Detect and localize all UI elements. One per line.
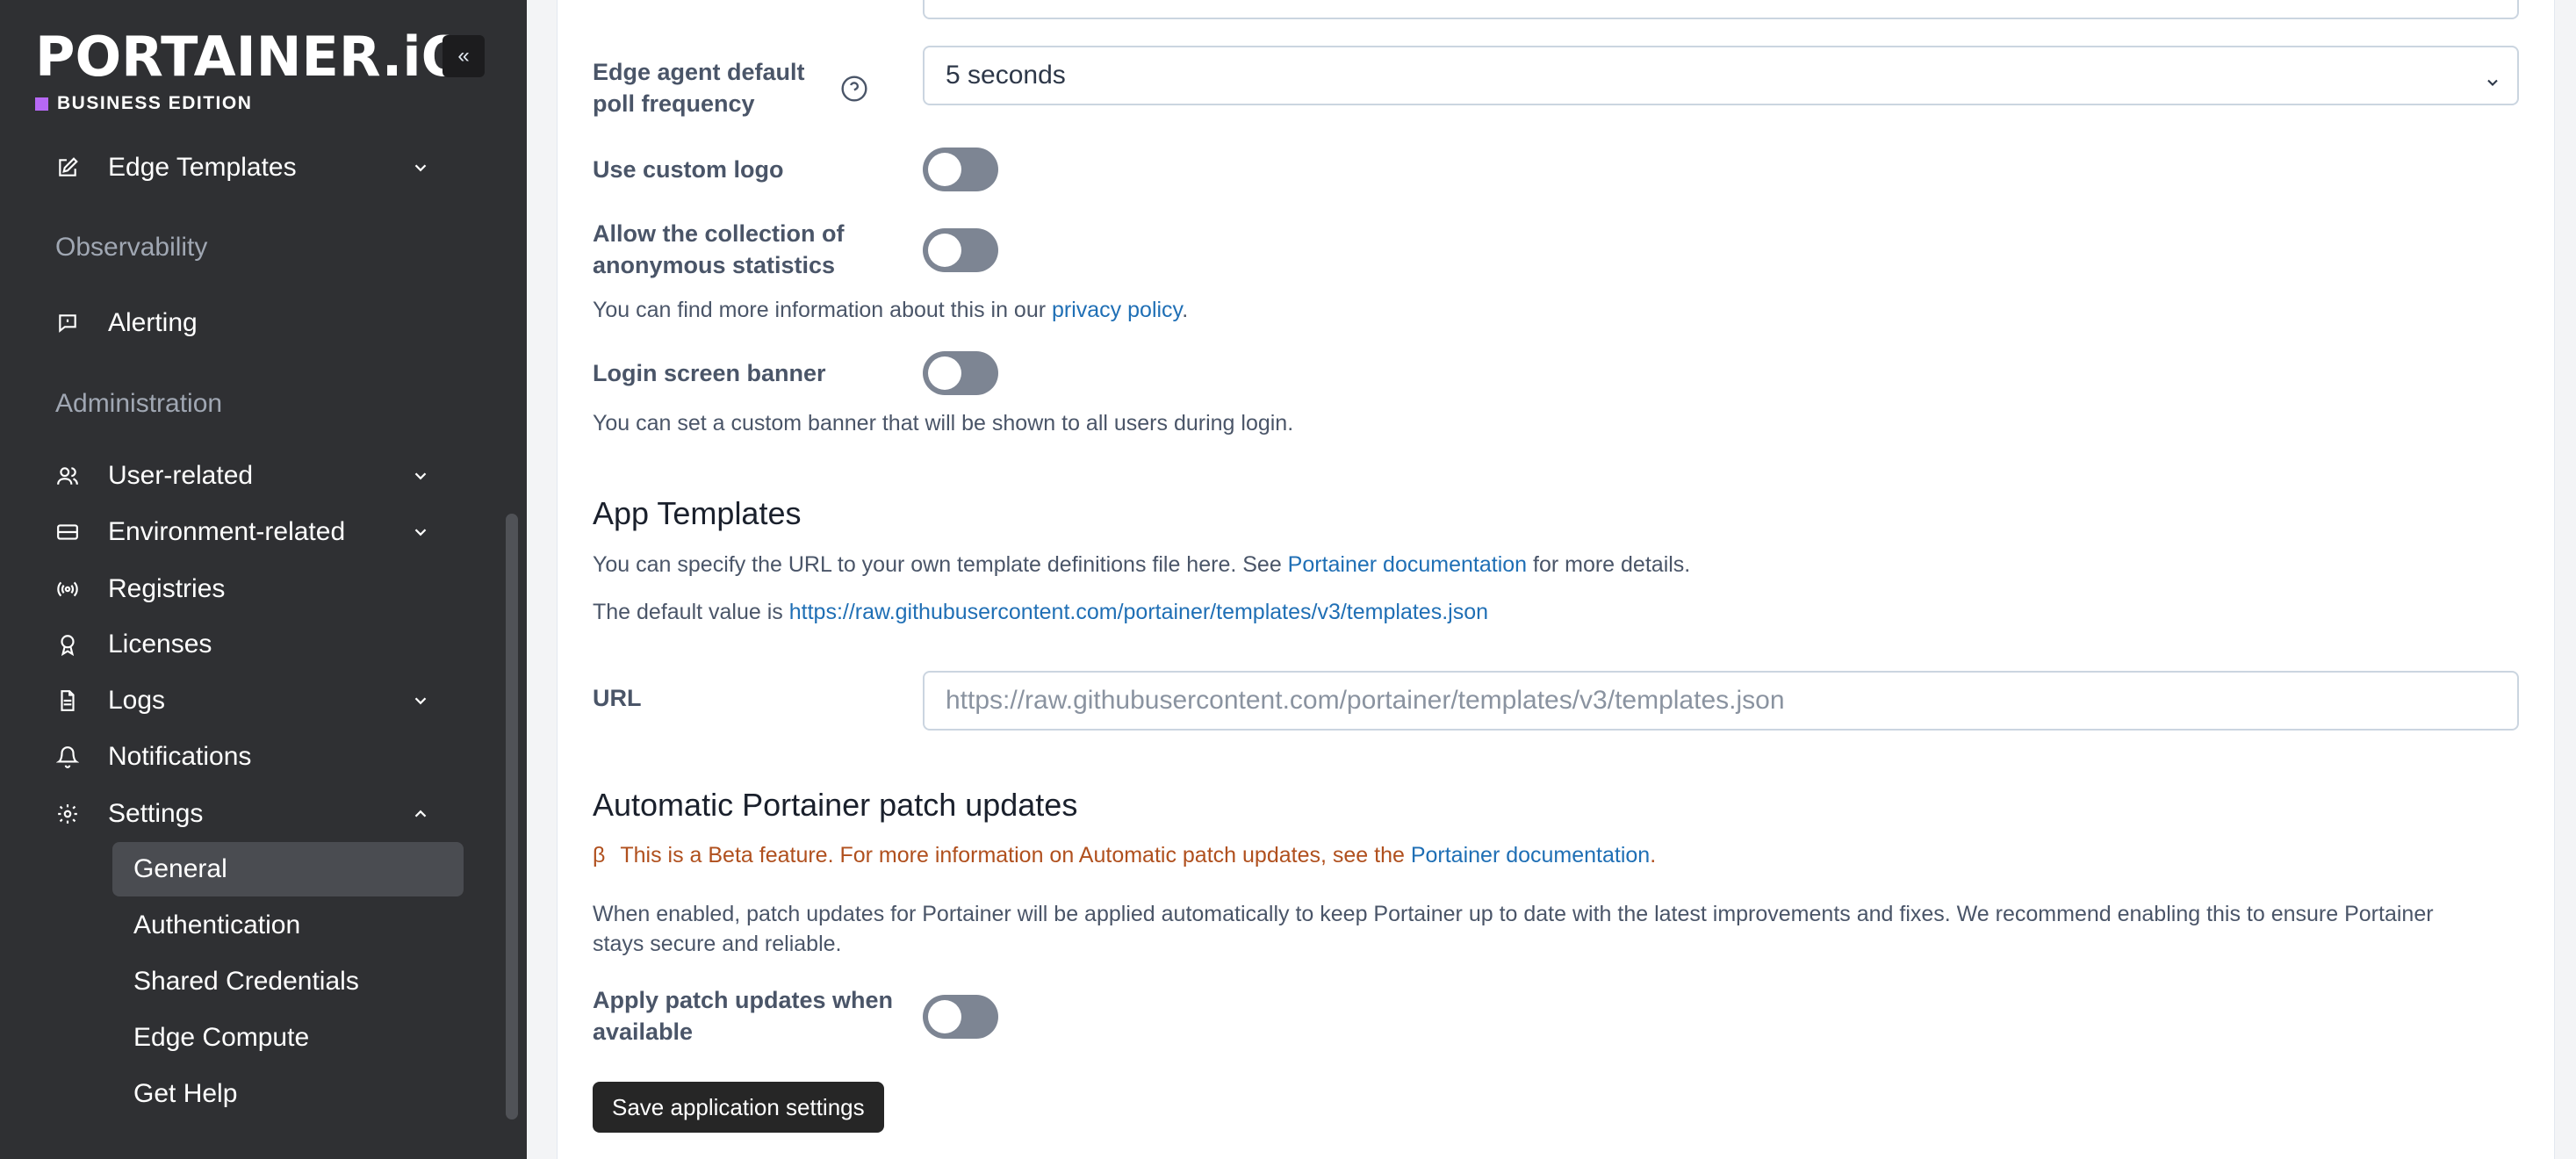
anonymous-stats-toggle[interactable] xyxy=(923,228,998,272)
portainer-logo: PORTAINER.iO xyxy=(35,25,468,89)
help-circle-icon[interactable] xyxy=(840,75,868,103)
sidebar-item-label: User-related xyxy=(108,461,254,490)
patch-description-line2: stays secure and reliable. xyxy=(593,932,842,956)
app-templates-help-text: You can specify the URL to your own temp… xyxy=(593,552,1288,577)
previous-input-field[interactable] xyxy=(923,0,2519,19)
users-icon xyxy=(54,463,81,489)
templates-url-input[interactable]: https://raw.githubusercontent.com/portai… xyxy=(923,671,2519,731)
sidebar: PORTAINER.iO BUSINESS EDITION « Edge Tem… xyxy=(0,0,527,1159)
sidebar-subitem-edge-compute[interactable]: Edge Compute xyxy=(112,1011,464,1065)
apply-patch-label-line2: available xyxy=(593,1019,694,1045)
apply-patch-toggle[interactable] xyxy=(923,995,998,1039)
anonymous-stats-label-line1: Allow the collection of xyxy=(593,220,845,247)
sidebar-item-user-related[interactable]: User-related xyxy=(0,453,492,499)
poll-frequency-select[interactable]: 5 seconds xyxy=(923,46,2519,105)
award-icon xyxy=(54,631,81,658)
poll-frequency-label-line1: Edge agent default xyxy=(593,59,805,85)
sidebar-item-label: Alerting xyxy=(108,308,198,337)
stats-help-suffix: . xyxy=(1182,298,1189,322)
patch-updates-heading: Automatic Portainer patch updates xyxy=(593,787,1078,823)
url-label: URL xyxy=(593,685,642,711)
patch-description-line1: When enabled, patch updates for Portaine… xyxy=(593,902,2434,926)
default-templates-link[interactable]: https://raw.githubusercontent.com/portai… xyxy=(789,600,1488,624)
section-observability: Observability xyxy=(55,233,208,262)
toggle-knob xyxy=(928,1000,961,1033)
patch-description: When enabled, patch updates for Portaine… xyxy=(593,899,2524,959)
apply-patch-label: Apply patch updates when available xyxy=(593,984,893,1047)
poll-frequency-label-line2: poll frequency xyxy=(593,90,755,117)
gear-icon xyxy=(54,801,81,827)
beta-suffix: . xyxy=(1650,843,1657,867)
privacy-policy-link[interactable]: privacy policy xyxy=(1052,298,1182,322)
anonymous-stats-label-line2: anonymous statistics xyxy=(593,252,836,278)
stats-help-text: You can find more information about this… xyxy=(593,298,1052,322)
chevron-down-icon xyxy=(407,687,434,714)
app-templates-help-suffix: for more details. xyxy=(1527,552,1691,577)
chevron-down-icon xyxy=(2484,68,2501,86)
sidebar-subitem-authentication[interactable]: Authentication xyxy=(112,898,464,953)
sidebar-item-edge-templates[interactable]: Edge Templates xyxy=(0,145,492,191)
radio-signal-icon xyxy=(54,576,81,602)
anonymous-stats-label: Allow the collection of anonymous statis… xyxy=(593,218,845,281)
chevron-up-icon xyxy=(407,801,434,827)
beta-icon: β xyxy=(593,843,606,867)
sidebar-item-settings[interactable]: Settings xyxy=(0,791,492,837)
toggle-knob xyxy=(928,234,961,267)
anonymous-stats-help: You can find more information about this… xyxy=(593,298,1188,323)
toggle-knob xyxy=(928,356,961,390)
bell-icon xyxy=(54,744,81,770)
poll-frequency-label: Edge agent default poll frequency xyxy=(593,56,805,119)
edition-badge: BUSINESS EDITION xyxy=(35,93,467,114)
sidebar-item-label: Environment-related xyxy=(108,517,346,546)
default-value-text: The default value is xyxy=(593,600,789,624)
sidebar-item-label: Licenses xyxy=(108,630,212,659)
sidebar-item-licenses[interactable]: Licenses xyxy=(0,622,492,667)
templates-url-placeholder: https://raw.githubusercontent.com/portai… xyxy=(946,686,1785,715)
chevron-down-icon xyxy=(407,519,434,545)
save-application-settings-button[interactable]: Save application settings xyxy=(593,1082,884,1133)
sidebar-scrollbar[interactable] xyxy=(506,514,518,1119)
double-chevron-left-icon: « xyxy=(457,44,470,68)
sidebar-subitem-get-help[interactable]: Get Help xyxy=(112,1067,464,1121)
custom-logo-toggle[interactable] xyxy=(923,148,998,191)
edition-square-icon xyxy=(35,97,48,111)
sidebar-item-alerting[interactable]: Alerting xyxy=(0,300,492,346)
section-administration: Administration xyxy=(55,389,223,418)
sidebar-item-logs[interactable]: Logs xyxy=(0,678,492,723)
custom-logo-label: Use custom logo xyxy=(593,156,784,183)
sidebar-item-registries[interactable]: Registries xyxy=(0,566,492,612)
collapse-sidebar-button[interactable]: « xyxy=(443,35,485,77)
edition-label: BUSINESS EDITION xyxy=(57,93,253,113)
edit-icon xyxy=(54,155,81,181)
login-banner-help: You can set a custom banner that will be… xyxy=(593,411,1294,436)
settings-panel: Edge agent default poll frequency 5 seco… xyxy=(557,0,2555,1159)
chevron-down-icon xyxy=(407,155,434,181)
patch-documentation-link[interactable]: Portainer documentation xyxy=(1411,843,1650,867)
sidebar-subitem-shared-credentials[interactable]: Shared Credentials xyxy=(112,954,464,1009)
login-banner-toggle[interactable] xyxy=(923,351,998,395)
beta-notice: β This is a Beta feature. For more infor… xyxy=(593,843,1656,868)
chevron-down-icon xyxy=(407,463,434,489)
file-text-icon xyxy=(54,687,81,714)
sidebar-item-label: Edge Templates xyxy=(108,153,297,182)
sidebar-item-label: Registries xyxy=(108,574,226,603)
portainer-documentation-link[interactable]: Portainer documentation xyxy=(1288,552,1527,577)
message-square-icon xyxy=(54,310,81,336)
sidebar-item-environment-related[interactable]: Environment-related xyxy=(0,509,492,555)
app-templates-help: You can specify the URL to your own temp… xyxy=(593,552,1690,578)
sidebar-item-notifications[interactable]: Notifications xyxy=(0,734,492,780)
brand[interactable]: PORTAINER.iO BUSINESS EDITION xyxy=(35,30,467,114)
app-templates-default: The default value is https://raw.githubu… xyxy=(593,600,1488,625)
sidebar-item-label: Notifications xyxy=(108,742,252,771)
beta-text: This is a Beta feature. For more informa… xyxy=(620,843,1411,867)
sidebar-item-label: Logs xyxy=(108,686,166,715)
hard-drive-icon xyxy=(54,519,81,545)
sidebar-subitem-general[interactable]: General xyxy=(112,842,464,896)
apply-patch-label-line1: Apply patch updates when xyxy=(593,987,894,1013)
app-templates-heading: App Templates xyxy=(593,495,802,531)
toggle-knob xyxy=(928,153,961,186)
sidebar-item-label: Settings xyxy=(108,799,204,828)
poll-frequency-value: 5 seconds xyxy=(946,61,1066,90)
login-banner-label: Login screen banner xyxy=(593,360,826,386)
